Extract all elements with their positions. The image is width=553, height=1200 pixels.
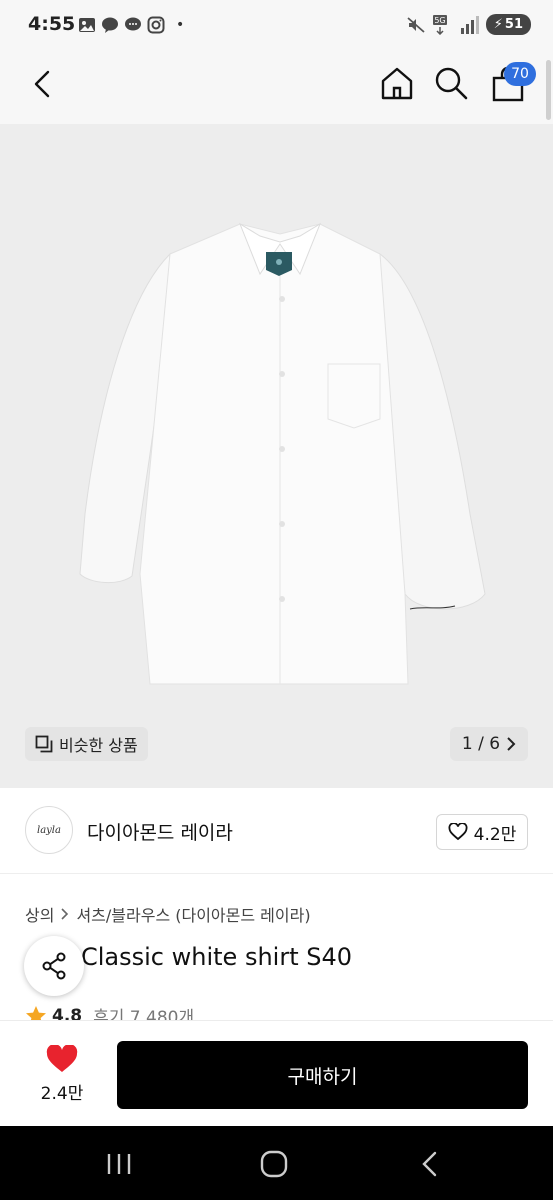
search-icon[interactable] bbox=[432, 64, 470, 102]
heart-icon bbox=[46, 1044, 78, 1072]
product-image bbox=[79, 222, 486, 685]
system-icons: 5G ⚡ 51 bbox=[407, 14, 531, 35]
brand-row[interactable]: layla 다이아몬드 레이라 4.2만 bbox=[0, 788, 553, 874]
scrollbar bbox=[546, 60, 551, 120]
wishlist-count: 2.4만 bbox=[40, 1084, 84, 1104]
android-nav-bar bbox=[0, 1126, 553, 1200]
purchase-bar: 2.4만 구매하기 bbox=[0, 1020, 553, 1126]
mute-icon bbox=[407, 16, 425, 33]
top-nav bbox=[0, 50, 553, 124]
home-button-icon[interactable] bbox=[260, 1150, 288, 1178]
chat-icon bbox=[125, 17, 141, 31]
breadcrumb: 상의 셔츠/블라우스 (다이아몬드 레이라) bbox=[25, 902, 311, 926]
status-bar: 4:55 • 5G ⚡ 51 bbox=[0, 0, 553, 50]
buy-button[interactable]: 구매하기 bbox=[117, 1041, 528, 1109]
back-icon[interactable] bbox=[26, 66, 62, 102]
similar-products-label: 비슷한 상품 bbox=[59, 736, 138, 755]
network-5g-icon: 5G bbox=[432, 14, 447, 35]
similar-icon bbox=[35, 735, 53, 753]
pager-text: 1 / 6 bbox=[461, 734, 501, 754]
battery-charging-icon: ⚡ bbox=[493, 17, 503, 32]
back-nav-icon[interactable] bbox=[420, 1150, 440, 1178]
cart-count-badge: 70 bbox=[504, 62, 536, 86]
brand-like-button[interactable]: 4.2만 bbox=[436, 814, 528, 850]
chevron-right-icon bbox=[61, 908, 69, 920]
battery-indicator: ⚡ 51 bbox=[485, 14, 531, 35]
share-button[interactable] bbox=[24, 936, 84, 996]
signal-icon bbox=[460, 15, 479, 34]
product-image-gallery[interactable]: 비슷한 상품 1 / 6 bbox=[0, 124, 553, 788]
similar-products-button[interactable]: 비슷한 상품 bbox=[25, 727, 148, 761]
image-pager[interactable]: 1 / 6 bbox=[450, 727, 528, 761]
brand-logo-text: layla bbox=[37, 824, 61, 836]
more-notifications-dot: • bbox=[176, 17, 185, 33]
talk-icon bbox=[102, 17, 118, 33]
status-time: 4:55 bbox=[28, 13, 76, 35]
recent-apps-icon[interactable] bbox=[104, 1151, 134, 1177]
product-title-text: Classic white shirt S40 bbox=[81, 943, 353, 971]
breadcrumb-subcategory[interactable]: 셔츠/블라우스 (다이아몬드 레이라) bbox=[76, 902, 310, 926]
brand-name[interactable]: 다이아몬드 레이라 bbox=[87, 818, 233, 845]
share-icon bbox=[42, 952, 66, 980]
gallery-icon bbox=[79, 18, 95, 32]
svg-text:5G: 5G bbox=[434, 16, 445, 25]
instagram-icon bbox=[147, 16, 165, 34]
chevron-right-icon bbox=[507, 737, 516, 751]
wishlist-button[interactable]: 2.4만 bbox=[36, 1044, 88, 1104]
brand-logo[interactable]: layla bbox=[25, 806, 73, 854]
heart-outline-icon bbox=[448, 823, 468, 841]
breadcrumb-category[interactable]: 상의 bbox=[25, 902, 54, 926]
home-icon[interactable] bbox=[378, 64, 416, 102]
notification-icons: • bbox=[78, 16, 184, 34]
brand-like-count: 4.2만 bbox=[473, 824, 517, 845]
battery-level: 51 bbox=[504, 17, 523, 32]
